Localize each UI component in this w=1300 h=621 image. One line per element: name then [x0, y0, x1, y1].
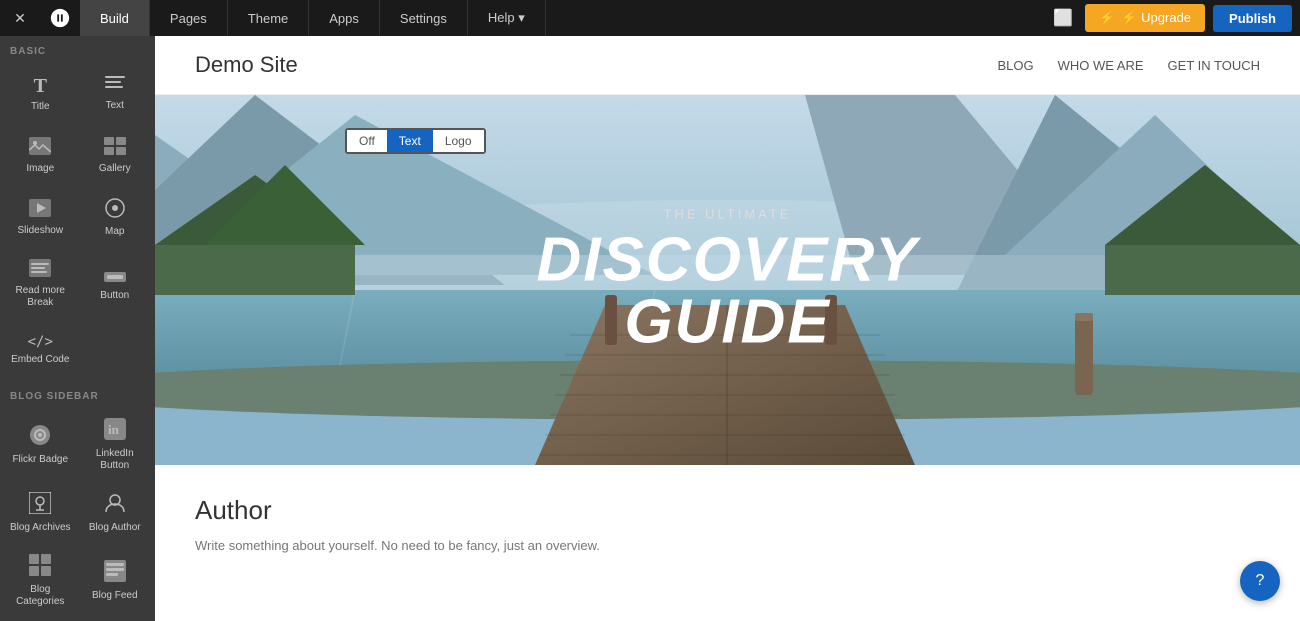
publish-button[interactable]: Publish [1213, 5, 1292, 32]
author-title: Author [195, 495, 1260, 526]
sidebar-item-button[interactable]: Button [79, 249, 152, 317]
help-fab-icon: ? [1256, 572, 1265, 590]
author-section: Author Write something about yourself. N… [155, 465, 1300, 587]
weebly-logo[interactable] [40, 0, 80, 36]
sidebar-item-map[interactable]: Map [79, 187, 152, 247]
blog-author-icon [104, 492, 126, 517]
blog-feed-label: Blog Feed [92, 590, 138, 602]
hero-subtitle: THE ULTIMATE [441, 207, 1014, 222]
map-icon [105, 198, 125, 221]
logo-toggle-bar: Off Text Logo [345, 128, 486, 154]
site-header: Demo Site Off Text Logo BLOG WHO WE ARE … [155, 36, 1300, 95]
sidebar-item-title[interactable]: T Title [4, 63, 77, 123]
sidebar-item-image[interactable]: Image [4, 125, 77, 185]
title-icon: T [34, 76, 47, 96]
tab-build[interactable]: Build [80, 0, 150, 36]
sidebar-item-gallery[interactable]: Gallery [79, 125, 152, 185]
sidebar-item-slideshow[interactable]: Slideshow [4, 187, 77, 247]
tab-apps[interactable]: Apps [309, 0, 380, 36]
close-icon: ✕ [14, 10, 26, 27]
gallery-label: Gallery [99, 163, 131, 175]
blog-author-label: Blog Author [89, 522, 141, 534]
linkedin-button-label: LinkedIn Button [83, 448, 148, 472]
button-icon [104, 267, 126, 285]
sidebar-item-blog-feed[interactable]: Blog Feed [79, 544, 152, 616]
hero-text: THE ULTIMATE DISCOVERY GUIDE [441, 207, 1014, 354]
blog-archives-icon [29, 492, 51, 517]
blog-sidebar-grid: Flickr Badge in LinkedIn Button Blog Arc… [0, 406, 155, 618]
text-label: Text [106, 100, 124, 112]
toggle-logo[interactable]: Logo [433, 130, 484, 152]
help-fab-button[interactable]: ? [1240, 561, 1280, 601]
embed-code-label: Embed Code [11, 354, 69, 366]
site-nav: BLOG WHO WE ARE GET IN TOUCH [997, 58, 1260, 73]
tab-help[interactable]: Help ▾ [468, 0, 546, 36]
toggle-text[interactable]: Text [387, 130, 433, 152]
topbar-left: ✕ Build Pages Theme Apps Settings Help ▾ [0, 0, 546, 36]
blog-feed-icon [104, 560, 126, 585]
topbar-right: ⬜ ⚡ ⚡ Upgrade Publish [1053, 4, 1300, 32]
blog-categories-icon [29, 554, 51, 579]
tab-pages[interactable]: Pages [150, 0, 228, 36]
read-more-break-icon [29, 259, 51, 280]
flickr-badge-icon [29, 424, 51, 449]
map-label: Map [105, 226, 124, 238]
flickr-badge-label: Flickr Badge [12, 454, 68, 466]
text-icon [105, 76, 125, 95]
device-toggle-icon[interactable]: ⬜ [1053, 8, 1073, 28]
nav-who-we-are[interactable]: WHO WE ARE [1058, 58, 1144, 73]
sidebar-item-linkedin-button[interactable]: in LinkedIn Button [79, 408, 152, 480]
sidebar-item-text[interactable]: Text [79, 63, 152, 123]
button-label: Button [100, 290, 129, 302]
close-button[interactable]: ✕ [0, 0, 40, 36]
upgrade-button[interactable]: ⚡ ⚡ Upgrade [1085, 4, 1205, 32]
content-area: Demo Site Off Text Logo BLOG WHO WE ARE … [155, 36, 1300, 621]
preview-area: Demo Site Off Text Logo BLOG WHO WE ARE … [155, 36, 1300, 621]
title-label: Title [31, 101, 50, 113]
svg-text:in: in [108, 422, 120, 437]
hero-section: THE ULTIMATE DISCOVERY GUIDE [155, 95, 1300, 465]
topbar: ✕ Build Pages Theme Apps Settings Help ▾… [0, 0, 1300, 36]
image-icon [29, 137, 51, 158]
read-more-break-label: Read more Break [8, 285, 73, 309]
blog-categories-label: Blog Categories [8, 584, 73, 608]
sidebar: BASIC T Title Text Image [0, 36, 155, 621]
main-layout: BASIC T Title Text Image [0, 36, 1300, 621]
upgrade-icon: ⚡ [1099, 10, 1115, 26]
embed-code-icon: </> [28, 335, 53, 349]
sidebar-item-embed-code[interactable]: </> Embed Code [4, 319, 77, 379]
main-nav: Build Pages Theme Apps Settings Help ▾ [80, 0, 546, 36]
linkedin-button-icon: in [104, 418, 126, 443]
tab-settings[interactable]: Settings [380, 0, 468, 36]
tab-theme[interactable]: Theme [228, 0, 309, 36]
nav-blog[interactable]: BLOG [997, 58, 1033, 73]
hero-title: DISCOVERY GUIDE [441, 230, 1014, 354]
section-label-blog-sidebar: BLOG SIDEBAR [0, 381, 155, 406]
image-label: Image [26, 163, 54, 175]
sidebar-item-read-more-break[interactable]: Read more Break [4, 249, 77, 317]
site-title[interactable]: Demo Site [195, 52, 298, 78]
author-description: Write something about yourself. No need … [195, 536, 1260, 557]
sidebar-item-blog-categories[interactable]: Blog Categories [4, 544, 77, 616]
sidebar-item-blog-archives[interactable]: Blog Archives [4, 482, 77, 542]
sidebar-item-flickr-badge[interactable]: Flickr Badge [4, 408, 77, 480]
blog-archives-label: Blog Archives [10, 522, 71, 534]
weebly-logo-icon [49, 7, 71, 29]
slideshow-label: Slideshow [17, 225, 63, 237]
slideshow-icon [29, 199, 51, 220]
basic-grid: T Title Text Image Gallery [0, 61, 155, 381]
nav-get-in-touch[interactable]: GET IN TOUCH [1168, 58, 1260, 73]
sidebar-item-blog-author[interactable]: Blog Author [79, 482, 152, 542]
section-label-basic: BASIC [0, 36, 155, 61]
gallery-icon [104, 137, 126, 158]
toggle-off[interactable]: Off [347, 130, 387, 152]
